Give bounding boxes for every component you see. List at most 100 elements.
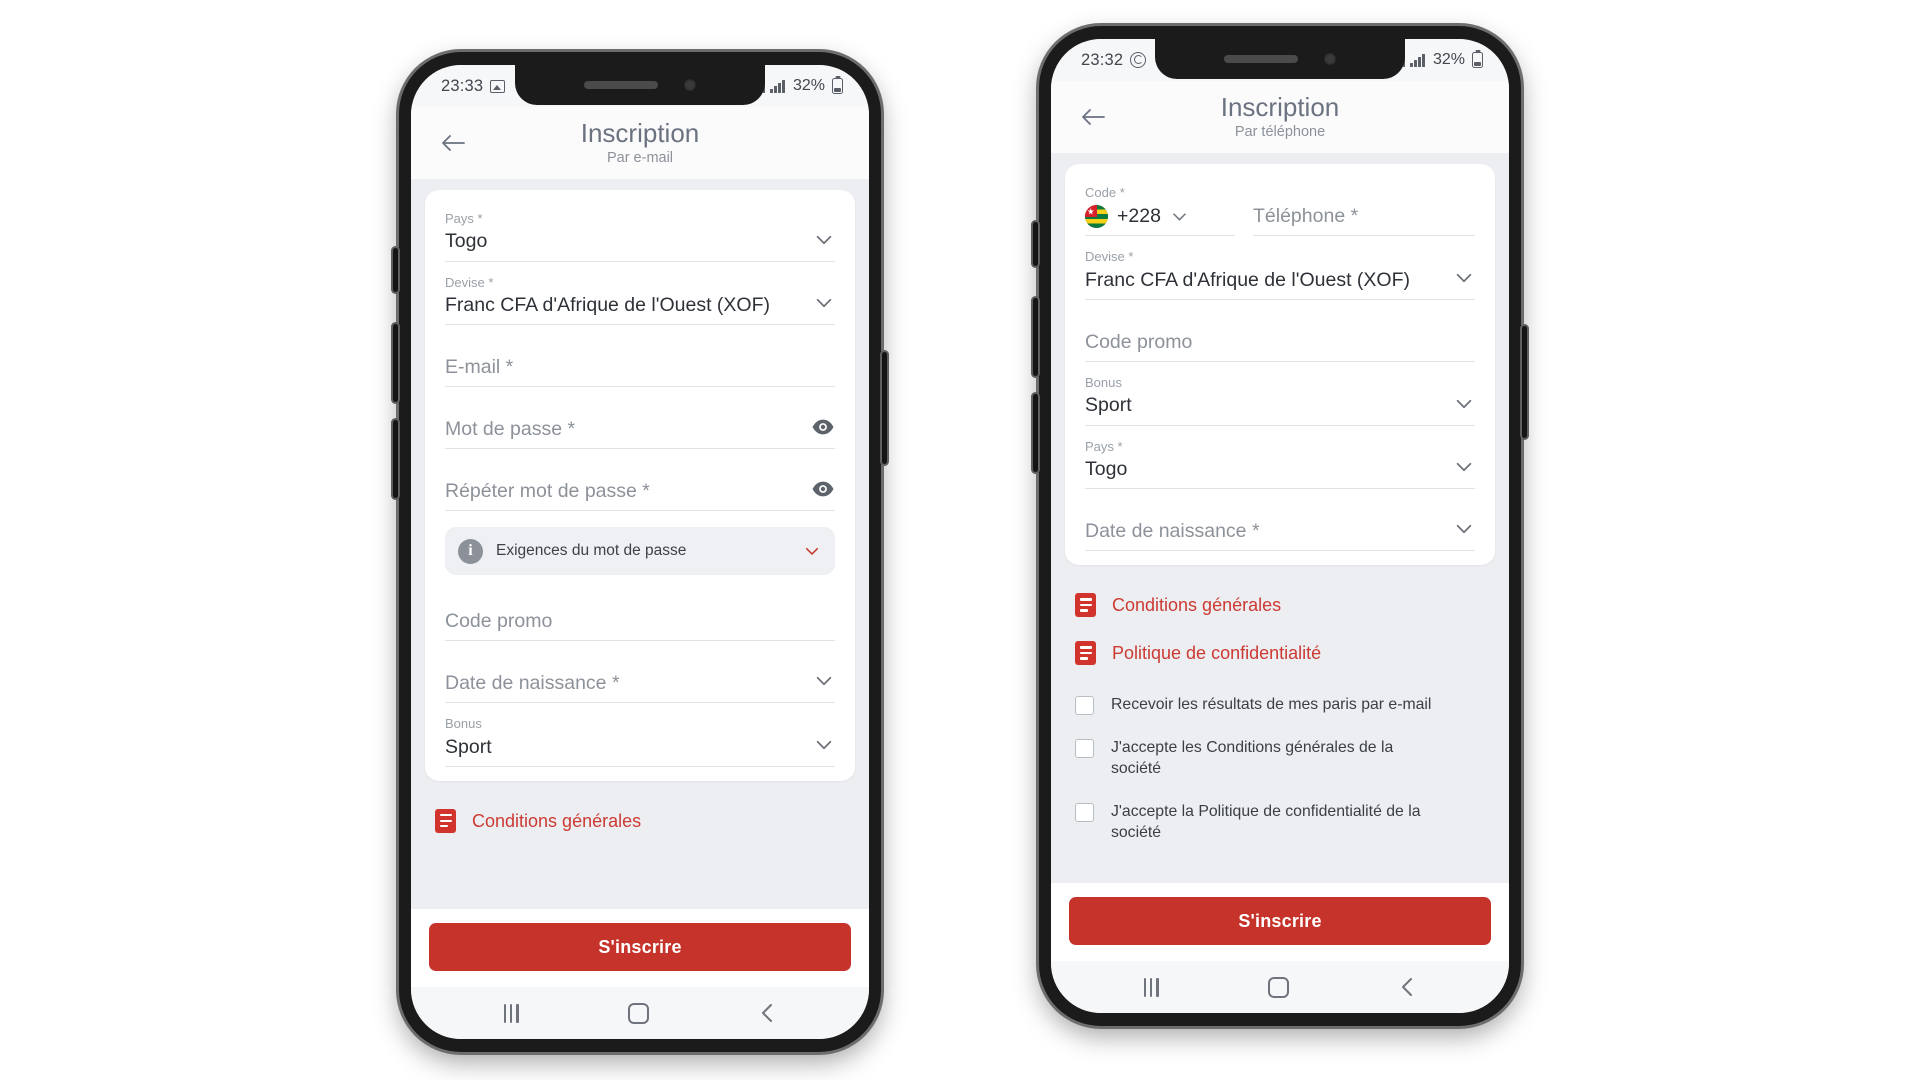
field-password[interactable]: Mot de passe * (445, 387, 835, 450)
info-icon: i (458, 538, 483, 564)
recent-apps-icon[interactable] (503, 1003, 519, 1023)
device-button-power[interactable] (882, 352, 887, 464)
link-label: Conditions générales (1112, 594, 1282, 615)
field-date-of-birth[interactable]: Date de naissance * (1085, 489, 1475, 552)
header-title-block: Inscription Par e-mail (411, 119, 869, 167)
eye-icon[interactable] (811, 477, 835, 501)
phone-screen-email: 23:33 32% Inscription Par e-mail Pays * … (411, 65, 869, 1039)
whatsapp-icon (1130, 52, 1147, 68)
field-pays[interactable]: Pays * Togo (445, 198, 835, 262)
document-icon (1075, 641, 1096, 666)
front-camera (684, 79, 696, 91)
device-button-volume-up[interactable] (393, 324, 398, 402)
submit-area-tel: S'inscrire (1051, 883, 1509, 961)
legal-links-email: Conditions générales (425, 781, 855, 845)
document-icon (435, 809, 456, 834)
eye-icon[interactable] (811, 415, 835, 439)
field-label: Pays * (445, 211, 483, 226)
dob-placeholder: Date de naissance * (445, 671, 620, 694)
battery-percent: 32% (1432, 51, 1465, 68)
link-conditions-generales[interactable]: Conditions générales (435, 797, 845, 845)
battery-icon (1472, 52, 1483, 68)
page-subtitle: Par e-mail (606, 150, 674, 167)
device-button-silent[interactable] (1033, 222, 1038, 266)
checkbox-row-accept-privacy[interactable]: J'accepte la Politique de confidentialit… (1075, 790, 1485, 854)
field-label: Devise * (1085, 249, 1134, 265)
phone-number-placeholder: Téléphone * (1253, 204, 1359, 227)
page-subtitle: Par téléphone (1234, 124, 1326, 141)
device-notch (1155, 39, 1405, 79)
checkbox-accept-terms[interactable] (1075, 739, 1094, 759)
recent-apps-icon[interactable] (1143, 977, 1159, 997)
checkbox-row-email-results[interactable]: Recevoir les résultats de mes paris par … (1075, 683, 1485, 726)
link-conditions-generales[interactable]: Conditions générales (1075, 581, 1485, 629)
app-header-email: Inscription Par e-mail (411, 107, 869, 179)
checkbox-row-accept-terms[interactable]: J'accepte les Conditions générales de la… (1075, 726, 1485, 790)
signup-submit-button[interactable]: S'inscrire (1069, 897, 1491, 945)
field-label: Devise * (445, 274, 494, 290)
app-header-tel: Inscription Par téléphone (1051, 81, 1509, 153)
consent-checkbox-group: Recevoir les résultats de mes paris par … (1065, 677, 1495, 854)
field-pays[interactable]: Pays * Togo (1085, 426, 1475, 490)
field-promo-code[interactable]: Code promo (1085, 300, 1475, 362)
chevron-down-icon (1173, 213, 1186, 221)
country-code-line: +228 (1085, 205, 1235, 229)
status-bar-left: 23:33 (441, 76, 506, 96)
form-body-email: Pays * Togo Devise * Franc CFA d'Afrique… (411, 179, 869, 909)
field-devise[interactable]: Devise * Franc CFA d'Afrique de l'Ouest … (445, 262, 835, 326)
phone-device-phone-signup: 23:32 32% Inscription Par téléphone Code… (1033, 26, 1527, 1026)
back-nav-icon[interactable] (1398, 976, 1416, 998)
back-button[interactable] (433, 123, 473, 163)
back-arrow-icon (442, 135, 465, 151)
field-password-repeat[interactable]: Répéter mot de passe * (445, 449, 835, 512)
email-field-placeholder: E-mail * (445, 355, 514, 378)
field-promo-code[interactable]: Code promo (445, 579, 835, 642)
back-arrow-icon (1082, 109, 1105, 125)
link-politique-confidentialite[interactable]: Politique de confidentialité (1075, 629, 1485, 677)
link-label: Conditions générales (472, 810, 642, 831)
signup-submit-button[interactable]: S'inscrire (429, 923, 851, 971)
checkbox-accept-privacy[interactable] (1075, 803, 1094, 823)
back-button[interactable] (1073, 97, 1113, 137)
chevron-down-icon (1456, 525, 1472, 534)
form-body-tel: Code * +228 Téléphone * Devise * Franc C… (1051, 153, 1509, 883)
signal-icon-sim2 (1410, 53, 1425, 67)
field-devise[interactable]: Devise * Franc CFA d'Afrique de l'Ouest … (1085, 236, 1475, 300)
phone-entry-row: Code * +228 Téléphone * (1085, 172, 1475, 237)
field-value: Togo (445, 230, 488, 253)
device-button-power[interactable] (1522, 326, 1527, 438)
country-code-value: +228 (1117, 205, 1161, 228)
field-country-code[interactable]: Code * +228 (1085, 185, 1235, 237)
password-requirements-banner[interactable]: i Exigences du mot de passe (445, 527, 835, 576)
form-card-email: Pays * Togo Devise * Franc CFA d'Afrique… (425, 190, 855, 782)
checkbox-email-results[interactable] (1075, 696, 1094, 716)
earpiece-speaker (1224, 55, 1298, 63)
home-icon[interactable] (1268, 976, 1290, 998)
field-value: Franc CFA d'Afrique de l'Ouest (XOF) (445, 293, 770, 316)
back-nav-icon[interactable] (758, 1002, 776, 1024)
document-icon (1075, 593, 1096, 618)
field-bonus[interactable]: Bonus Sport (1085, 362, 1475, 426)
field-label: Bonus (445, 716, 482, 732)
device-button-silent[interactable] (393, 248, 398, 292)
device-button-volume-down[interactable] (393, 420, 398, 498)
legal-links-tel: Conditions générales Politique de confid… (1065, 565, 1495, 677)
device-button-volume-down[interactable] (1033, 394, 1038, 472)
promo-code-placeholder: Code promo (1085, 330, 1193, 353)
field-email[interactable]: E-mail * (445, 325, 835, 388)
gallery-icon (490, 79, 506, 93)
device-button-volume-up[interactable] (1033, 298, 1038, 376)
field-value: Togo (1085, 457, 1128, 480)
android-nav-bar-email (411, 987, 869, 1039)
home-icon[interactable] (628, 1002, 650, 1024)
status-bar-left: 23:32 (1081, 51, 1147, 70)
status-time: 23:33 (441, 76, 484, 95)
field-bonus[interactable]: Bonus Sport (445, 703, 835, 768)
password-field-placeholder: Mot de passe * (445, 417, 576, 440)
field-date-of-birth[interactable]: Date de naissance * (445, 641, 835, 704)
checkbox-label: J'accepte les Conditions générales de la… (1111, 739, 1394, 778)
password-requirements-label: Exigences du mot de passe (496, 542, 687, 560)
checkbox-label: Recevoir les résultats de mes paris par … (1111, 696, 1432, 714)
chevron-down-icon (816, 677, 832, 686)
field-phone-number[interactable]: Téléphone * (1253, 204, 1475, 237)
